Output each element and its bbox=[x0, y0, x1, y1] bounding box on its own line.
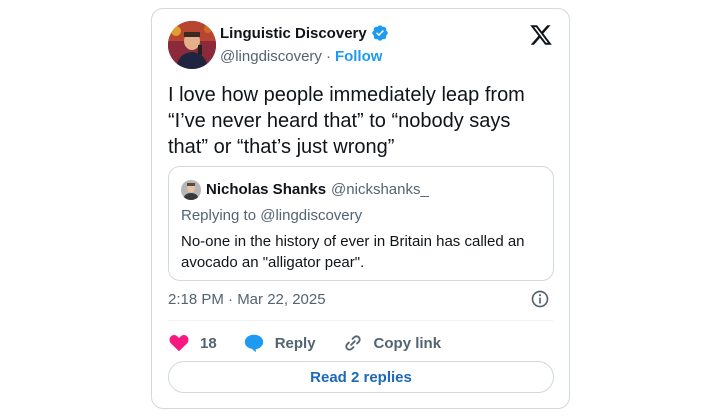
speech-bubble-icon bbox=[244, 334, 263, 353]
embedded-tweet-card: Linguistic Discovery @lingdiscovery · Fo… bbox=[151, 8, 570, 409]
x-logo-icon[interactable] bbox=[529, 23, 553, 47]
quoted-author-avatar[interactable] bbox=[181, 180, 201, 200]
reply-label: Reply bbox=[274, 334, 316, 352]
read-replies-button[interactable]: Read 2 replies bbox=[168, 361, 554, 393]
copy-link-label: Copy link bbox=[373, 334, 442, 352]
heart-icon bbox=[169, 335, 189, 352]
quoted-replying-to: Replying to @lingdiscovery bbox=[181, 207, 363, 224]
quoted-author-name[interactable]: Nicholas Shanks bbox=[206, 181, 326, 198]
divider bbox=[168, 320, 553, 321]
follow-button[interactable]: Follow bbox=[335, 48, 383, 65]
quoted-tweet-text: No-one in the history of ever in Britain… bbox=[181, 233, 525, 271]
verified-badge-icon bbox=[372, 25, 388, 41]
tweet-actions: 18 Reply Copy link bbox=[168, 331, 441, 355]
tweet-timestamp[interactable]: 2:18 PM · Mar 22, 2025 bbox=[168, 291, 326, 308]
tweet-text: I love how people immediately leap from … bbox=[168, 84, 525, 158]
info-icon[interactable] bbox=[530, 289, 550, 309]
link-icon bbox=[344, 335, 361, 351]
quoted-tweet[interactable]: Nicholas Shanks @nickshanks_ Replying to… bbox=[168, 166, 554, 281]
author-avatar[interactable] bbox=[168, 21, 216, 69]
copy-link-button[interactable]: Copy link bbox=[342, 332, 442, 354]
like-button[interactable]: 18 bbox=[168, 332, 217, 354]
author-handle[interactable]: @lingdiscovery bbox=[220, 48, 322, 65]
author-display-name[interactable]: Linguistic Discovery bbox=[220, 25, 367, 42]
quoted-author-handle[interactable]: @nickshanks_ bbox=[331, 181, 429, 198]
reply-button[interactable]: Reply bbox=[243, 332, 316, 354]
like-count: 18 bbox=[200, 334, 217, 352]
handle-separator: · bbox=[325, 48, 331, 65]
